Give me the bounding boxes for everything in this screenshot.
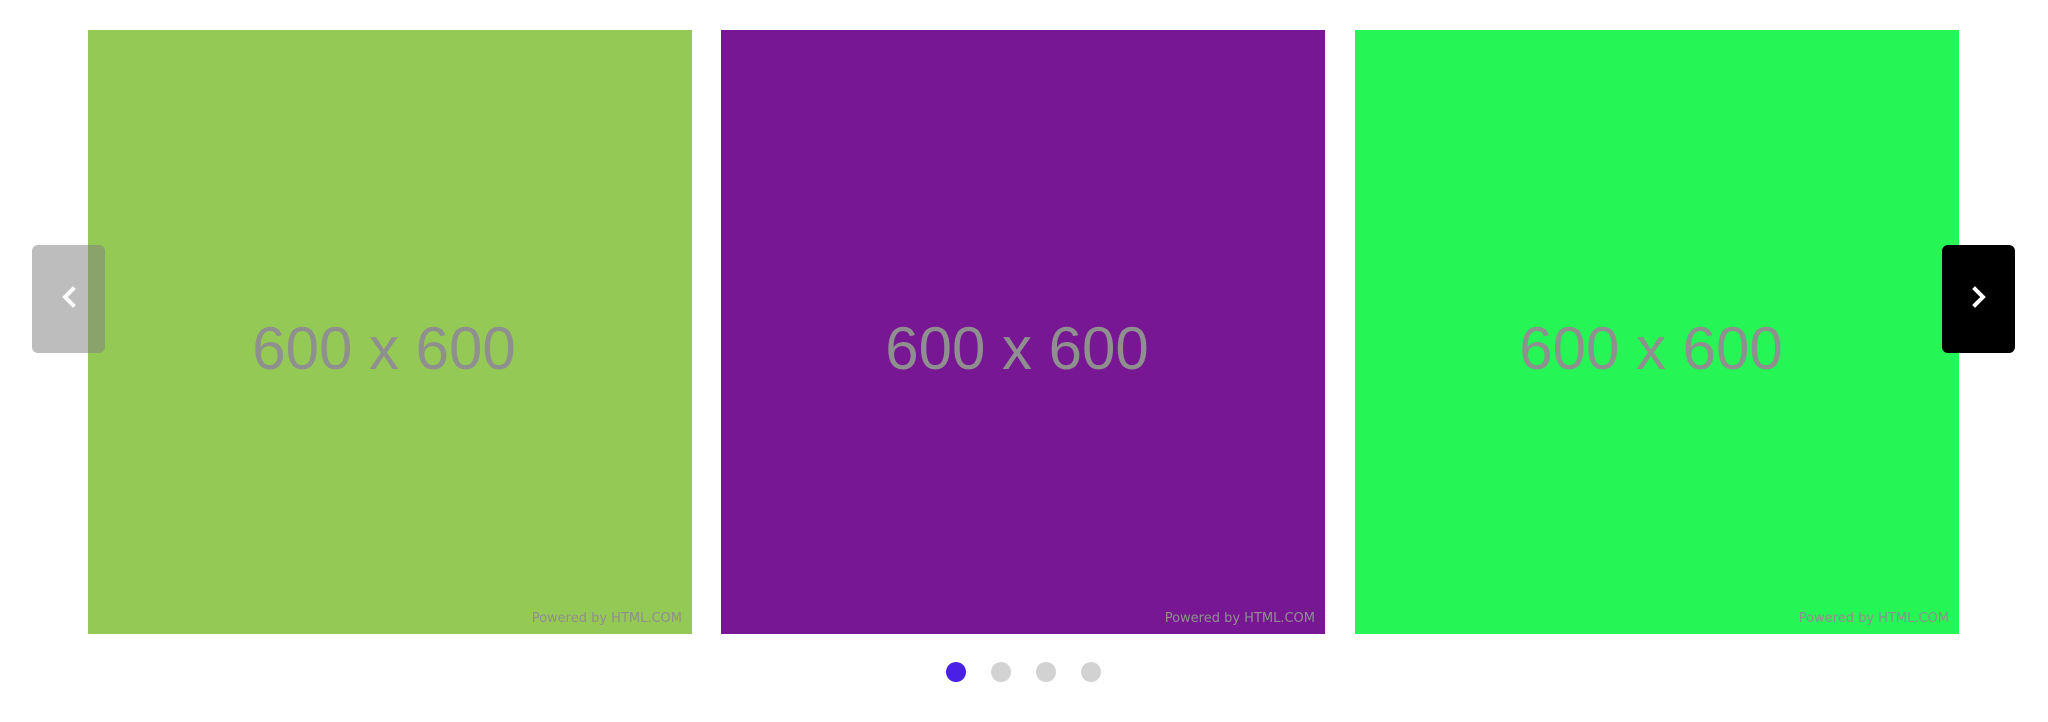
slide-powered-by: Powered by HTML.COM (531, 611, 682, 626)
slide-placeholder-text: 600 x 600 (885, 314, 1149, 382)
carousel-prev-button[interactable] (32, 245, 105, 353)
chevron-left-icon (60, 285, 78, 314)
slide-powered-by: Powered by HTML.COM (1798, 611, 1949, 626)
slide-powered-by: Powered by HTML.COM (1164, 611, 1315, 626)
image-carousel: 600 x 600 Powered by HTML.COM 600 x 600 … (0, 0, 2048, 722)
carousel-dot-2[interactable] (991, 662, 1011, 682)
slide-placeholder-text: 600 x 600 (1519, 314, 1783, 382)
carousel-pagination (946, 662, 1101, 682)
carousel-dot-4[interactable] (1081, 662, 1101, 682)
chevron-right-icon (1970, 285, 1988, 314)
carousel-slide-2[interactable]: 600 x 600 Powered by HTML.COM (721, 30, 1325, 634)
carousel-slide-1[interactable]: 600 x 600 Powered by HTML.COM (88, 30, 692, 634)
carousel-dot-1[interactable] (946, 662, 966, 682)
carousel-dot-3[interactable] (1036, 662, 1056, 682)
slide-placeholder-text: 600 x 600 (252, 314, 516, 382)
carousel-slide-3[interactable]: 600 x 600 Powered by HTML.COM (1355, 30, 1959, 634)
carousel-next-button[interactable] (1942, 245, 2015, 353)
